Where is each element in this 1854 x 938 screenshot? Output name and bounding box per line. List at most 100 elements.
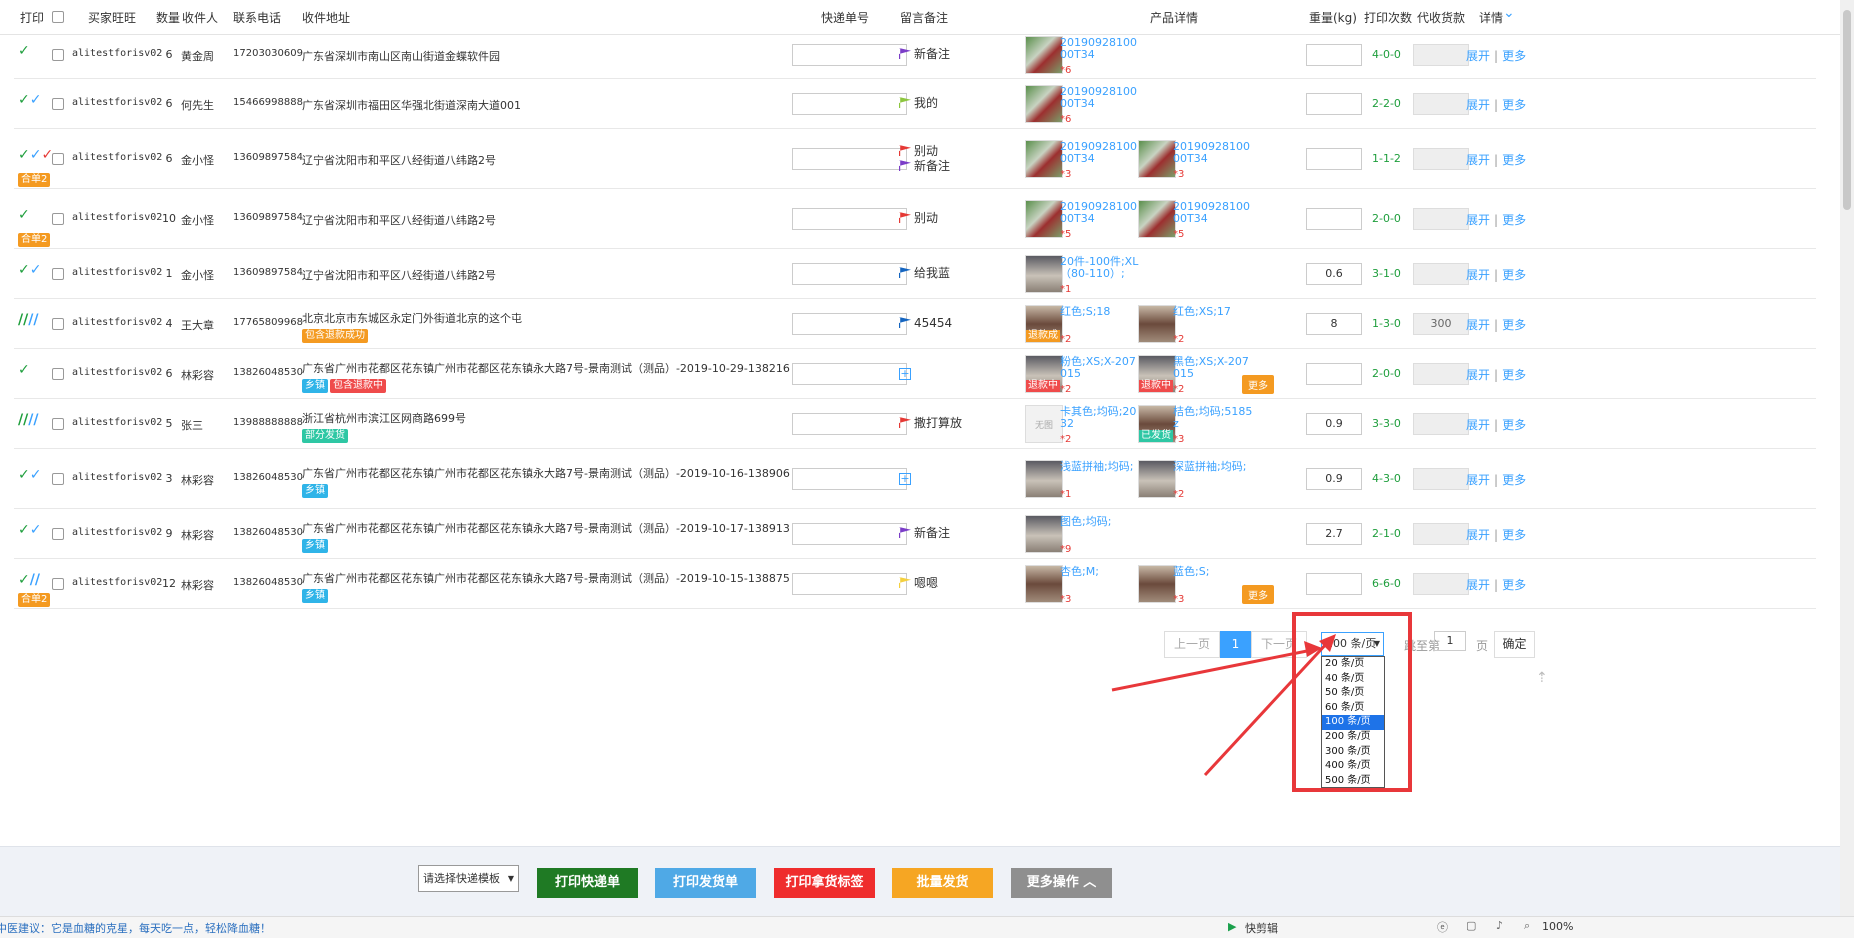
product-sku-link[interactable]: 红色;S;18 [1060,306,1110,318]
product-sku-link[interactable]: 20件-100件;XL（80-110）; [1060,256,1140,280]
expand-link[interactable]: 展开 [1466,98,1490,112]
product-thumbnail[interactable] [1138,140,1176,178]
product-sku-link[interactable]: 2019092810000T34 [1173,141,1253,165]
expand-link[interactable]: 展开 [1466,368,1490,382]
cod-input[interactable] [1413,93,1469,115]
expand-link[interactable]: 展开 [1466,418,1490,432]
batch-ship-button[interactable]: 批量发货 [892,868,993,898]
more-operations-button[interactable]: 更多操作 ︿ [1011,868,1112,898]
row-checkbox[interactable] [52,528,64,540]
more-link[interactable]: 更多 [1502,473,1526,487]
weight-input[interactable] [1306,363,1362,385]
product-thumbnail[interactable] [1025,140,1063,178]
more-link[interactable]: 更多 [1502,578,1526,592]
tracking-number-input[interactable] [792,363,907,385]
row-checkbox[interactable] [52,473,64,485]
tracking-number-input[interactable] [792,263,907,285]
expand-link[interactable]: 展开 [1466,268,1490,282]
product-sku-link[interactable]: 2019092810000T34 [1060,37,1140,61]
back-to-top-icon[interactable]: ⇡ [1536,670,1548,686]
cod-input[interactable] [1413,44,1469,66]
weight-input[interactable] [1306,208,1362,230]
goto-page-input[interactable]: 1 [1434,631,1466,651]
row-checkbox[interactable] [52,268,64,280]
expand-link[interactable]: 展开 [1466,528,1490,542]
more-link[interactable]: 更多 [1502,528,1526,542]
row-checkbox[interactable] [52,98,64,110]
kuaijian-label[interactable]: 快剪辑 [1245,920,1278,936]
zoom-level[interactable]: 100% [1542,920,1573,933]
expand-link[interactable]: 展开 [1466,49,1490,63]
more-link[interactable]: 更多 [1502,98,1526,112]
zoom-icon[interactable]: ⌕ [1524,919,1530,933]
scrollbar-thumb[interactable] [1843,10,1851,210]
product-sku-link[interactable]: 桔色;均码;5185z [1173,406,1253,430]
row-checkbox[interactable] [52,318,64,330]
weight-input[interactable] [1306,93,1362,115]
product-thumbnail[interactable] [1025,255,1063,293]
product-sku-link[interactable]: 深蓝拼袖;均码; [1173,461,1246,473]
tracking-number-input[interactable] [792,208,907,230]
weight-input[interactable]: 0.9 [1306,413,1362,435]
product-sku-link[interactable]: 浅蓝拼袖;均码; [1060,461,1133,473]
more-link[interactable]: 更多 [1502,268,1526,282]
tracking-number-input[interactable] [792,44,907,66]
product-thumbnail[interactable] [1138,305,1176,343]
product-sku-link[interactable]: 粉色;XS;X-207015 [1060,356,1140,380]
express-template-select[interactable]: 请选择快递模板 ▼ [418,865,519,892]
ie-icon[interactable]: ⓔ [1437,919,1448,935]
weight-input[interactable]: 8 [1306,313,1362,335]
cod-input[interactable] [1413,148,1469,170]
product-sku-link[interactable]: 红色;XS;17 [1173,306,1231,318]
tracking-number-input[interactable] [792,93,907,115]
product-thumbnail[interactable] [1138,460,1176,498]
cod-input[interactable] [1413,573,1469,595]
more-link[interactable]: 更多 [1502,213,1526,227]
weight-input[interactable]: 2.7 [1306,523,1362,545]
product-thumbnail[interactable] [1025,85,1063,123]
tracking-number-input[interactable] [792,573,907,595]
cod-input[interactable] [1413,363,1469,385]
product-thumbnail[interactable]: 已发货 [1138,405,1176,443]
kuaijian-icon[interactable]: ▶ [1228,920,1236,933]
status-tip-link[interactable]: 中医建议：它是血糖的克星，每天吃一点，轻松降血糖！ [0,920,271,936]
row-checkbox[interactable] [52,153,64,165]
row-checkbox[interactable] [52,578,64,590]
row-checkbox[interactable] [52,213,64,225]
tracking-number-input[interactable] [792,413,907,435]
product-thumbnail[interactable] [1025,515,1063,553]
print-express-button[interactable]: 打印快递单 [537,868,638,898]
expand-link[interactable]: 展开 [1466,213,1490,227]
goto-confirm-button[interactable]: 确定 [1494,631,1535,658]
more-link[interactable]: 更多 [1502,153,1526,167]
cod-input[interactable] [1413,523,1469,545]
product-thumbnail[interactable] [1025,36,1063,74]
current-page-button[interactable]: 1 [1220,631,1251,658]
cod-input[interactable]: 300 [1413,313,1469,335]
tracking-number-input[interactable] [792,468,907,490]
product-sku-link[interactable]: 图色;均码; [1060,516,1111,528]
select-all-checkbox[interactable] [52,11,64,23]
expand-link[interactable]: 展开 [1466,578,1490,592]
volume-icon[interactable]: ♪ [1496,919,1503,932]
add-note-icon[interactable]: + [899,368,911,380]
product-sku-link[interactable]: 2019092810000T34 [1060,86,1140,110]
cod-input[interactable] [1413,413,1469,435]
print-tag-button[interactable]: 打印拿货标签 [774,868,875,898]
tracking-number-input[interactable] [792,313,907,335]
expand-link[interactable]: 展开 [1466,473,1490,487]
product-sku-link[interactable]: 杏色;M; [1060,566,1099,578]
weight-input[interactable] [1306,573,1362,595]
product-thumbnail[interactable] [1025,565,1063,603]
tracking-number-input[interactable] [792,523,907,545]
product-thumbnail[interactable] [1025,200,1063,238]
weight-input[interactable]: 0.6 [1306,263,1362,285]
more-products-button[interactable]: 更多 [1242,585,1274,604]
expand-link[interactable]: 展开 [1466,318,1490,332]
cod-input[interactable] [1413,208,1469,230]
expand-all-chevron-icon[interactable]: ⌄ [1503,5,1515,21]
window-icon[interactable]: ▢ [1466,919,1476,932]
prev-page-button[interactable]: 上一页 [1164,631,1220,658]
product-sku-link[interactable]: 蓝色;S; [1173,566,1209,578]
product-sku-link[interactable]: 卡其色;均码;2032 [1060,406,1140,430]
